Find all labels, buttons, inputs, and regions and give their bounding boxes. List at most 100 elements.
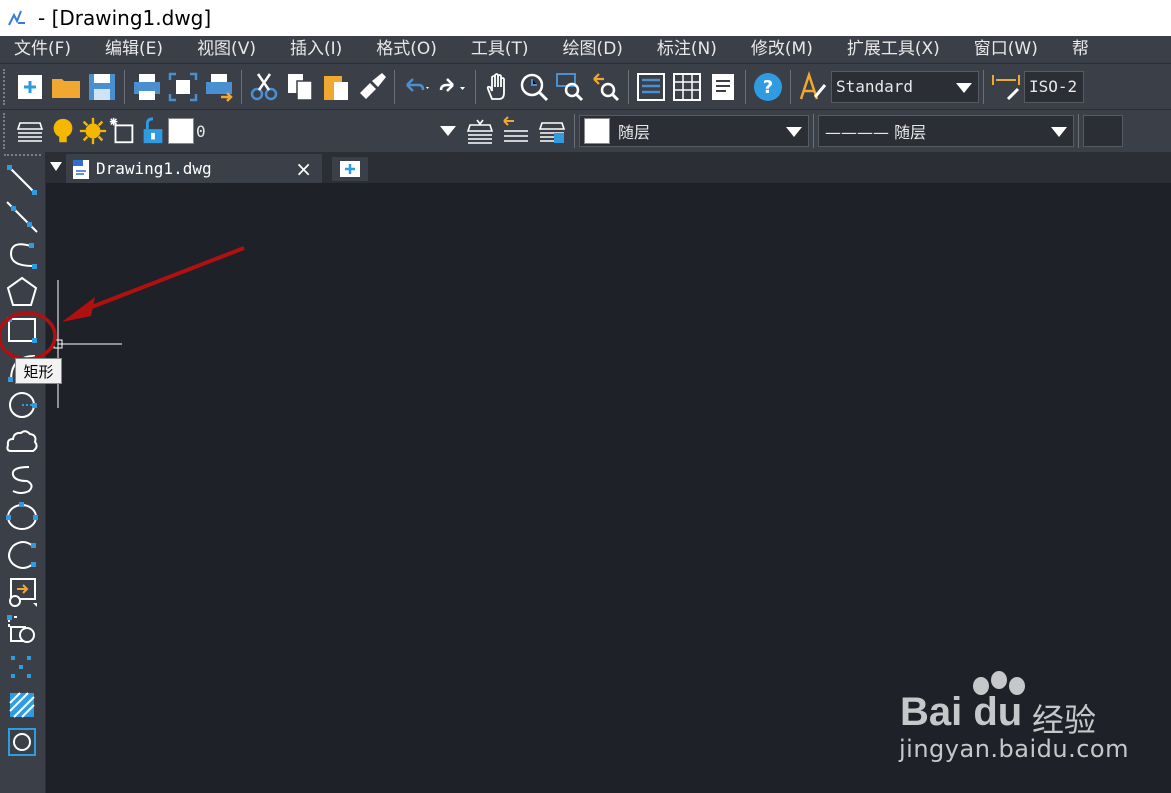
match-properties-button[interactable] <box>354 69 390 105</box>
layer-name-value: 0 <box>196 121 206 141</box>
text-style-value: Standard <box>836 77 914 96</box>
color-select[interactable]: 随层 <box>579 115 809 147</box>
text-style-button[interactable] <box>795 69 831 105</box>
help-button[interactable]: ? <box>750 69 786 105</box>
ellipse-arc-tool[interactable] <box>2 536 42 574</box>
new-button[interactable] <box>12 69 48 105</box>
cut-button[interactable] <box>246 69 282 105</box>
tool-palettes-button[interactable] <box>705 69 741 105</box>
menu-insert[interactable]: 插入(I) <box>273 36 359 63</box>
hand-icon <box>486 72 505 100</box>
menu-draw[interactable]: 绘图(D) <box>546 36 640 63</box>
watermark-url: jingyan.baidu.com <box>899 735 1129 763</box>
menu-modify[interactable]: 修改(M) <box>734 36 830 63</box>
spline-tool[interactable] <box>2 461 42 499</box>
redo-button[interactable] <box>435 69 471 105</box>
construction-line-tool[interactable] <box>2 199 42 237</box>
save-button[interactable] <box>84 69 120 105</box>
toolbar-grip[interactable] <box>3 68 8 105</box>
hatch-tool[interactable] <box>2 686 42 724</box>
lightbulb-icon <box>53 118 73 143</box>
make-current-layer-button[interactable] <box>462 113 498 149</box>
menu-help[interactable]: 帮 <box>1055 36 1106 63</box>
line-icon <box>7 164 37 195</box>
lineweight-select[interactable] <box>1083 115 1123 147</box>
layer-lock[interactable] <box>138 113 168 149</box>
layer-previous-icon <box>503 116 528 142</box>
add-document-icon <box>340 161 360 177</box>
menu-format[interactable]: 格式(O) <box>359 36 454 63</box>
layer-freeze[interactable] <box>78 113 108 149</box>
circle-tool[interactable] <box>2 386 42 424</box>
toolbar-grip[interactable] <box>4 154 41 159</box>
open-button[interactable] <box>48 69 84 105</box>
menu-tools[interactable]: 工具(T) <box>454 36 546 63</box>
layer-on-off[interactable] <box>48 113 78 149</box>
chevron-down-icon <box>786 127 802 137</box>
polyline-tool[interactable] <box>2 236 42 274</box>
tab-label: Drawing1.dwg <box>96 159 212 178</box>
layer-manager-button[interactable] <box>12 113 48 149</box>
app-icon[interactable] <box>6 7 28 29</box>
revision-cloud-tool[interactable] <box>2 424 42 462</box>
point-tool[interactable] <box>2 649 42 687</box>
design-center-button[interactable] <box>669 69 705 105</box>
print-preview-button[interactable] <box>165 69 201 105</box>
menu-dimension[interactable]: 标注(N) <box>640 36 734 63</box>
menu-file[interactable]: 文件(F) <box>0 36 88 63</box>
ellipse-tool[interactable] <box>2 499 42 537</box>
plot-button[interactable] <box>201 69 237 105</box>
linetype-select[interactable]: ———— 随层 <box>818 115 1074 147</box>
layer-select[interactable]: 0 <box>192 115 462 147</box>
print-preview-icon <box>168 72 198 101</box>
zoom-realtime-button[interactable] <box>516 69 552 105</box>
copy-button[interactable] <box>282 69 318 105</box>
separator <box>574 114 575 148</box>
rectangle-tool[interactable] <box>2 311 42 349</box>
menu-edit[interactable]: 编辑(E) <box>88 36 180 63</box>
watermark-brand: Bai du <box>900 690 1023 734</box>
close-icon[interactable]: × <box>295 157 312 181</box>
tab-menu-icon[interactable] <box>50 162 62 171</box>
layer-state-button[interactable] <box>534 113 570 149</box>
polygon-icon <box>6 277 38 307</box>
menu-window[interactable]: 窗口(W) <box>957 36 1055 63</box>
print-button[interactable] <box>129 69 165 105</box>
create-block-icon <box>7 614 35 643</box>
insert-block-icon <box>9 578 37 608</box>
menu-express-tools[interactable]: 扩展工具(X) <box>830 36 957 63</box>
new-tab-button[interactable] <box>332 157 368 181</box>
unlock-icon <box>143 117 163 144</box>
create-block-tool[interactable] <box>2 611 42 649</box>
toolbar-grip[interactable] <box>3 113 8 149</box>
dim-style-button[interactable] <box>988 69 1024 105</box>
undo-button[interactable] <box>399 69 435 105</box>
layer-vp-freeze[interactable] <box>108 113 138 149</box>
pan-button[interactable] <box>480 69 516 105</box>
text-style-select[interactable]: Standard <box>831 70 979 103</box>
draw-toolbar <box>0 152 46 793</box>
separator <box>983 69 984 104</box>
plot-icon <box>206 73 233 102</box>
insert-block-tool[interactable] <box>2 574 42 612</box>
separator <box>241 69 242 104</box>
menu-bar: 文件(F) 编辑(E) 视图(V) 插入(I) 格式(O) 工具(T) 绘图(D… <box>0 36 1171 63</box>
properties-button[interactable] <box>633 69 669 105</box>
construction-line-icon <box>6 201 38 233</box>
menu-view[interactable]: 视图(V) <box>180 36 273 63</box>
circle-icon <box>9 391 37 418</box>
separator <box>628 69 629 104</box>
tab-drawing1[interactable]: Drawing1.dwg × <box>66 154 322 183</box>
zoom-previous-button[interactable] <box>588 69 624 105</box>
line-tool[interactable] <box>2 161 42 199</box>
dim-style-icon <box>992 74 1020 100</box>
dim-style-select[interactable]: ISO-2 <box>1024 70 1084 103</box>
layer-previous-button[interactable] <box>498 113 534 149</box>
paste-button[interactable] <box>318 69 354 105</box>
polygon-tool[interactable] <box>2 274 42 312</box>
point-icon <box>11 656 31 679</box>
zoom-window-icon <box>556 72 584 101</box>
region-tool[interactable] <box>2 724 42 762</box>
zoom-window-button[interactable] <box>552 69 588 105</box>
ellipse-icon <box>6 502 38 531</box>
